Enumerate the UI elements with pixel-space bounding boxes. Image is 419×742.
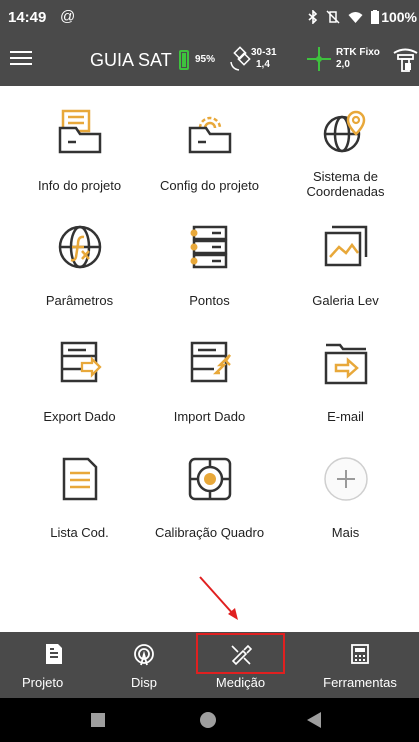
tile-label: Export Dado <box>43 409 116 424</box>
project-title: GUIA SATS <box>90 50 172 70</box>
tile-sistema-de-coordenadas[interactable]: Sistema de Coordenadas <box>276 86 415 199</box>
tile-galeria-lev[interactable]: Galeria Lev <box>276 201 415 308</box>
code-list-icon <box>62 457 97 501</box>
folder-gear-icon <box>188 116 231 154</box>
status-time: 14:49 <box>8 9 47 26</box>
receiver-battery-icon <box>179 50 189 70</box>
tile-e-mail[interactable]: E-mail <box>276 317 415 424</box>
nav-disp[interactable]: Disp <box>112 632 176 698</box>
tile-export-dado[interactable]: Export Dado <box>10 317 149 424</box>
tile-label: Lista Cod. <box>50 525 109 540</box>
tile-label: Import Dado <box>173 409 246 424</box>
hamburger-menu-icon[interactable] <box>10 47 32 73</box>
rtk-value: 2,0 <box>336 59 350 70</box>
battery-status-icon <box>371 10 380 24</box>
status-bar: 14:49 @ 100% <box>0 0 419 34</box>
globe-function-icon <box>58 225 101 269</box>
tile-info-do-projeto[interactable]: Info do projeto <box>10 86 149 193</box>
nav-ferramentas[interactable]: Ferramentas <box>306 632 414 698</box>
nav-label: Medição <box>215 675 266 690</box>
recents-button[interactable] <box>91 713 105 727</box>
rtk-status: RTK Fixo <box>336 47 380 58</box>
bottom-navigation: Projeto Disp Medição Ferramentas <box>0 632 419 698</box>
status-right-icons: 100% <box>308 9 417 25</box>
measure-pen-icon <box>230 644 252 666</box>
tile-import-dado[interactable]: Import Dado <box>140 317 279 424</box>
home-button[interactable] <box>200 712 216 728</box>
nav-label: Disp <box>130 675 157 690</box>
tile-label: Info do projeto <box>37 178 122 193</box>
export-data-icon <box>60 341 102 383</box>
project-document-icon <box>46 644 62 664</box>
calculator-icon <box>351 644 369 664</box>
server-points-icon <box>190 225 227 269</box>
tile-label: E-mail <box>327 409 364 424</box>
tile-parametros[interactable]: Parâmetros <box>10 201 149 308</box>
target-calibration-icon <box>188 457 231 501</box>
tile-config-do-projeto[interactable]: Config do projeto <box>140 86 279 193</box>
tile-label: Galeria Lev <box>312 293 379 308</box>
battery-percent: 100% <box>381 9 417 25</box>
folder-document-icon <box>58 109 101 154</box>
bluetooth-icon <box>308 10 318 24</box>
tile-label: Pontos <box>189 293 230 308</box>
tile-label: Sistema de Coordenadas <box>306 169 385 199</box>
nav-medicao[interactable]: Medição <box>198 632 283 698</box>
tile-lista-cod[interactable]: Lista Cod. <box>10 433 149 540</box>
gnss-receiver-icon[interactable] <box>392 46 419 72</box>
plus-circle-icon <box>323 457 368 501</box>
tile-label: Config do projeto <box>159 178 259 193</box>
tile-pontos[interactable]: Pontos <box>140 201 279 308</box>
nav-label: Ferramentas <box>323 675 397 690</box>
device-signal-icon <box>134 644 154 666</box>
nav-projeto[interactable]: Projeto <box>14 632 94 698</box>
tile-label: Parâmetros <box>45 293 114 308</box>
system-navigation-bar <box>0 698 419 742</box>
annotation-arrow-icon <box>199 576 238 620</box>
tile-label: Calibração Quadro <box>154 525 265 540</box>
nav-label: Projeto <box>22 675 64 690</box>
wifi-icon <box>348 11 363 23</box>
pdop-value: 1,4 <box>256 59 270 70</box>
tile-label: Mais <box>331 525 360 540</box>
at-icon: @ <box>60 8 76 25</box>
rtk-crosshair-icon[interactable] <box>305 45 333 73</box>
tile-mais[interactable]: Mais <box>276 433 415 540</box>
satellite-icon[interactable] <box>229 46 251 72</box>
tile-calibracao-quadro[interactable]: Calibração Quadro <box>140 433 279 540</box>
satellite-count: 30-31 <box>251 47 277 58</box>
receiver-battery-percent: 95% <box>195 54 216 65</box>
vibrate-off-icon <box>326 10 340 24</box>
folder-send-icon <box>324 343 367 385</box>
back-button[interactable] <box>307 712 321 728</box>
app-bar: GUIA SATS 95% 30-31 1,4 RTK Fixo 2,0 <box>0 34 419 86</box>
image-gallery-icon <box>324 225 367 267</box>
import-data-icon <box>190 341 231 383</box>
globe-location-icon <box>323 110 365 153</box>
